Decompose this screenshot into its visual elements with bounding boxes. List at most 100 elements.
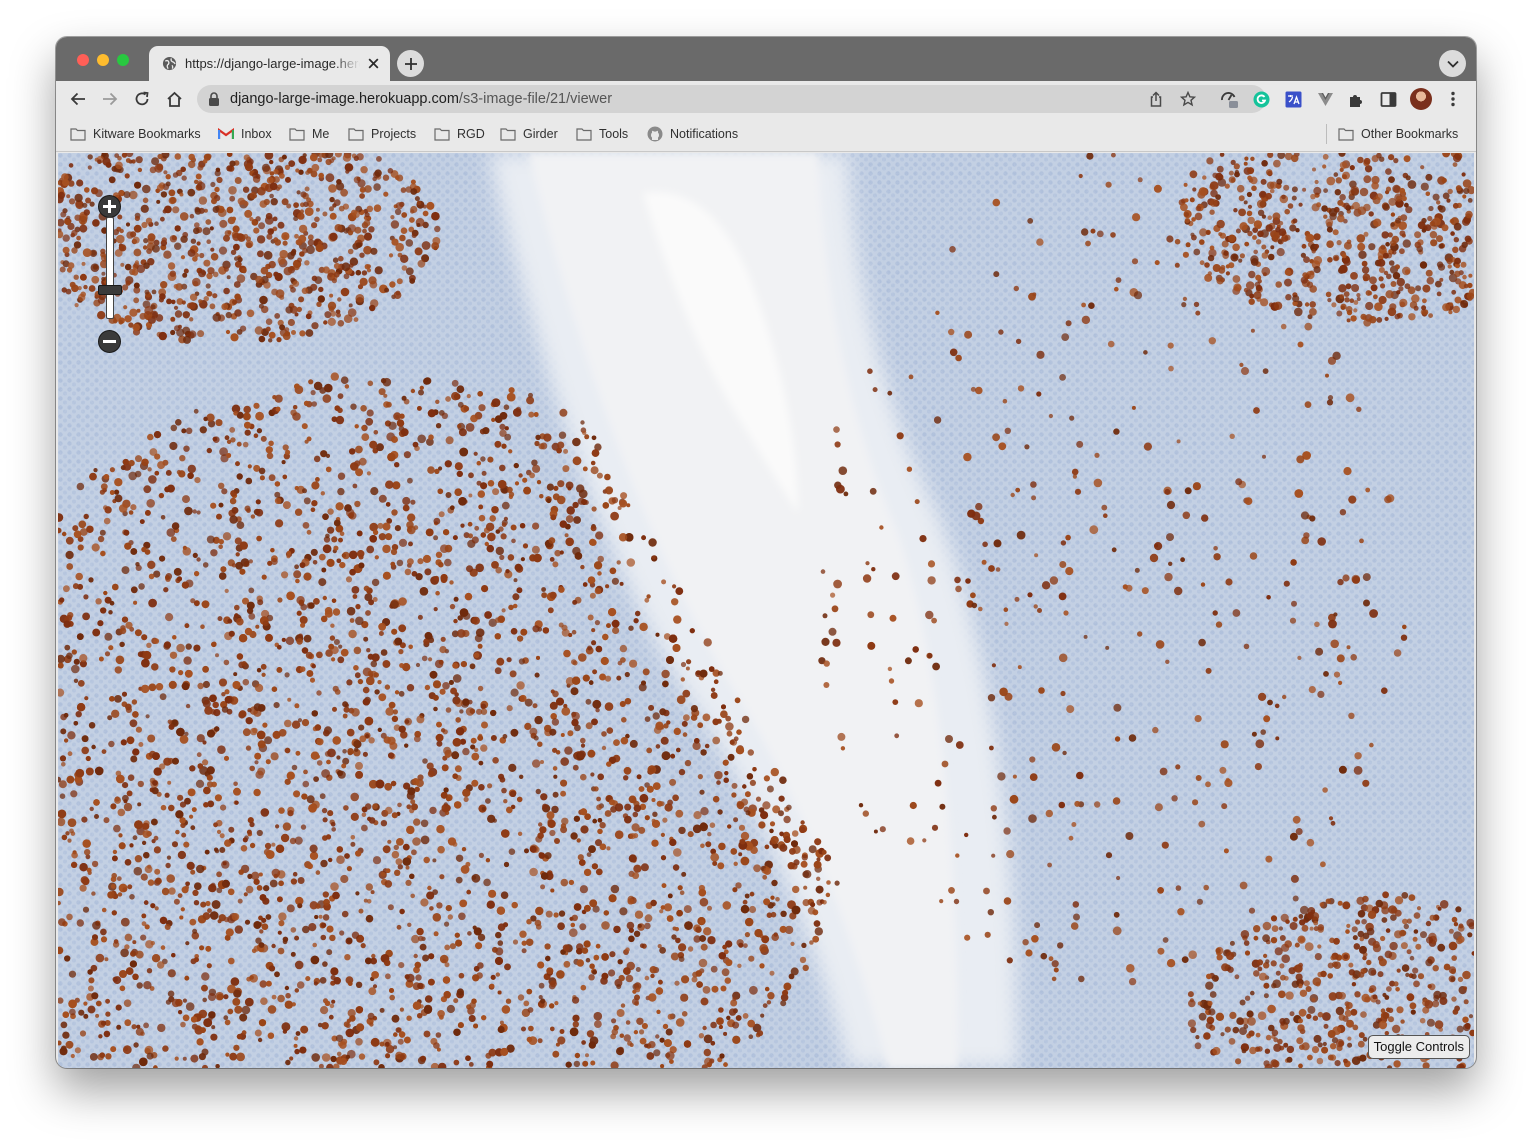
active-tab[interactable]: https://django-large-image.herokuapp.com… <box>149 46 390 81</box>
stained-nucleus <box>147 433 154 441</box>
stained-nucleus <box>365 417 374 426</box>
home-button[interactable] <box>164 89 184 109</box>
stained-nucleus <box>144 289 150 295</box>
new-tab-button[interactable] <box>397 50 424 77</box>
stained-nucleus <box>269 182 278 191</box>
stained-nucleus <box>76 633 84 640</box>
stained-nucleus <box>338 537 343 543</box>
stained-nucleus <box>132 835 138 841</box>
stained-nucleus <box>710 687 716 692</box>
reload-button[interactable] <box>132 89 152 109</box>
stained-nucleus <box>265 326 271 332</box>
stained-nucleus <box>328 643 335 650</box>
stained-nucleus <box>315 903 321 909</box>
vue-devtools-icon[interactable] <box>1316 90 1334 108</box>
stained-nucleus <box>433 694 439 701</box>
stained-nucleus <box>75 711 82 718</box>
stained-nucleus <box>249 191 257 200</box>
stained-nucleus <box>256 885 263 891</box>
stained-nucleus <box>398 538 408 547</box>
stained-nucleus <box>769 970 775 976</box>
stained-nucleus <box>490 974 496 980</box>
bookmark-tools[interactable]: Tools <box>576 117 628 151</box>
stained-nucleus <box>529 727 538 736</box>
stained-nucleus <box>212 436 218 442</box>
stained-nucleus <box>713 679 719 684</box>
stained-nucleus <box>1343 258 1351 266</box>
stained-nucleus <box>203 416 208 422</box>
stained-nucleus <box>89 201 95 207</box>
stained-nucleus <box>383 191 389 197</box>
lock-icon[interactable] <box>208 92 220 106</box>
stained-nucleus <box>148 683 157 692</box>
stained-nucleus <box>620 492 628 500</box>
bookmark-inbox[interactable]: Inbox <box>218 117 272 151</box>
stained-nucleus <box>115 1004 122 1011</box>
bookmark-other[interactable]: Other Bookmarks <box>1338 117 1458 151</box>
bookmark-notifications[interactable]: Notifications <box>647 117 738 151</box>
close-icon[interactable] <box>367 57 380 70</box>
stained-nucleus <box>712 736 721 745</box>
stained-nucleus <box>394 208 402 215</box>
image-viewer[interactable]: Toggle Controls <box>58 153 1474 1068</box>
extensions-puzzle-icon[interactable] <box>1347 90 1365 108</box>
forward-button[interactable] <box>100 89 120 109</box>
kebab-menu-icon[interactable] <box>1444 90 1462 108</box>
stained-nucleus <box>497 990 502 995</box>
stained-nucleus <box>366 409 374 417</box>
stained-nucleus <box>478 760 484 766</box>
stained-nucleus <box>300 1025 309 1034</box>
stained-nucleus <box>177 576 182 582</box>
bookmark-girder[interactable]: Girder <box>500 117 558 151</box>
back-button[interactable] <box>68 89 88 109</box>
bookmark-me[interactable]: Me <box>289 117 329 151</box>
bookmark-rgd[interactable]: RGD <box>434 117 485 151</box>
stained-nucleus <box>404 568 412 576</box>
stained-nucleus <box>310 390 316 396</box>
stained-nucleus <box>221 303 229 311</box>
stained-nucleus <box>534 715 543 725</box>
url-text[interactable]: django-large-image.herokuapp.com/s3-imag… <box>230 91 612 107</box>
stained-nucleus <box>172 206 180 214</box>
grammarly-icon[interactable] <box>1252 90 1270 108</box>
address-bar[interactable]: django-large-image.herokuapp.com/s3-imag… <box>197 85 1266 113</box>
stained-nucleus <box>308 923 317 932</box>
stained-nucleus <box>300 603 307 611</box>
tab-search-button[interactable] <box>1439 50 1466 77</box>
stained-nucleus <box>722 901 732 910</box>
share-icon[interactable] <box>1148 91 1164 107</box>
stained-nucleus <box>412 837 421 846</box>
stained-nucleus <box>545 955 551 962</box>
close-window-button[interactable] <box>77 54 89 66</box>
side-panel-icon[interactable] <box>1379 90 1397 108</box>
stained-nucleus <box>644 922 651 930</box>
stained-nucleus <box>360 405 367 412</box>
stained-nucleus <box>580 984 587 991</box>
profile-avatar[interactable] <box>1410 88 1432 110</box>
stained-nucleus <box>537 961 545 969</box>
stained-nucleus <box>533 735 539 741</box>
stained-nucleus <box>355 761 363 770</box>
stained-nucleus <box>480 708 488 715</box>
translate-extension-icon[interactable] <box>1284 90 1302 108</box>
maximize-window-button[interactable] <box>117 54 129 66</box>
stained-nucleus <box>662 1023 669 1030</box>
tissue-image[interactable] <box>58 153 1474 1068</box>
stained-nucleus <box>306 670 314 677</box>
stained-nucleus <box>1460 261 1467 268</box>
stained-nucleus <box>109 696 115 702</box>
stained-nucleus <box>651 555 656 560</box>
stained-nucleus <box>294 383 300 390</box>
stained-nucleus <box>588 974 595 981</box>
stained-nucleus <box>140 873 148 881</box>
stained-nucleus <box>268 474 276 482</box>
stained-nucleus <box>209 694 217 703</box>
star-icon[interactable] <box>1180 91 1196 107</box>
minimize-window-button[interactable] <box>97 54 109 66</box>
stained-nucleus <box>92 921 101 930</box>
bookmark-projects[interactable]: Projects <box>348 117 416 151</box>
stained-nucleus <box>428 978 435 986</box>
bookmark-kitware[interactable]: Kitware Bookmarks <box>70 117 201 151</box>
stained-nucleus <box>193 644 201 652</box>
performance-extension-icon[interactable] <box>1220 90 1238 108</box>
